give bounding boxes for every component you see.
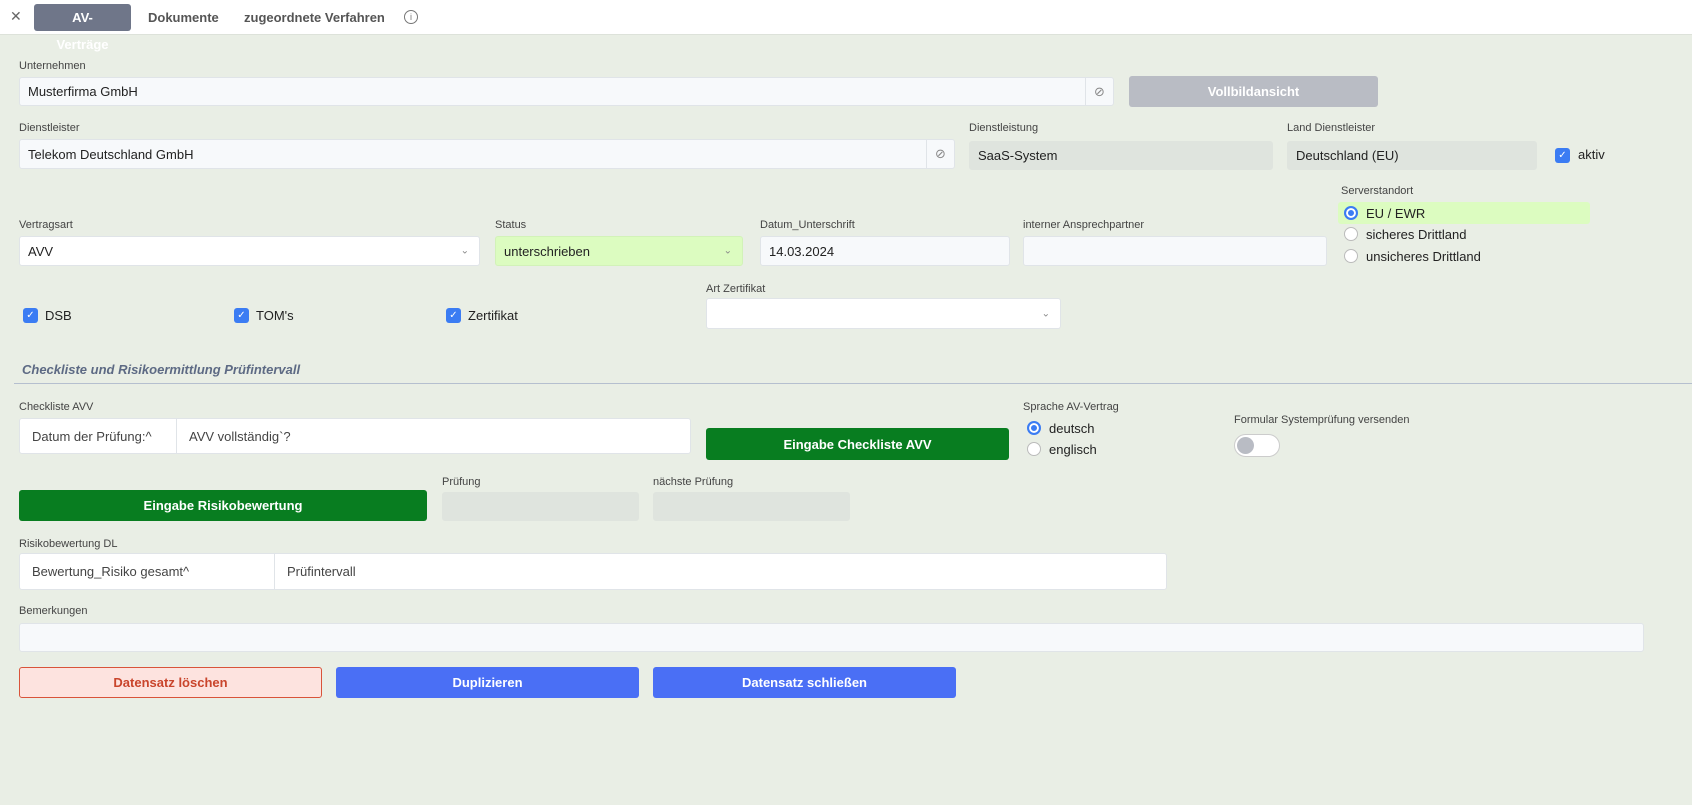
radio-deutsch[interactable] xyxy=(1027,421,1041,435)
section-title: Checkliste und Risikoermittlung Prüfinte… xyxy=(22,362,301,377)
zertifikat-checkbox[interactable]: ✓ xyxy=(446,308,461,323)
vertragsart-select[interactable]: AVV ⌄ xyxy=(19,236,480,266)
radio-unsicheres-drittland[interactable] xyxy=(1344,249,1358,263)
radio-englisch[interactable] xyxy=(1027,442,1041,456)
info-icon[interactable]: i xyxy=(404,10,418,24)
radio-label: deutsch xyxy=(1049,421,1095,436)
chevron-down-icon: ⌄ xyxy=(723,245,732,257)
chevron-down-icon: ⌄ xyxy=(1041,308,1050,319)
section-divider xyxy=(14,383,1692,384)
pruefung-field xyxy=(442,492,639,521)
ansprech-label: interner Ansprechpartner xyxy=(1023,219,1145,231)
sprache-label: Sprache AV-Vertrag xyxy=(1023,401,1119,413)
radio-label: EU / EWR xyxy=(1366,206,1426,221)
vertragsart-value: AVV xyxy=(28,243,54,259)
vollbildansicht-button[interactable]: Vollbildansicht xyxy=(1129,76,1378,107)
formular-toggle[interactable] xyxy=(1234,434,1280,457)
tab-dokumente[interactable]: Dokumente xyxy=(134,4,233,31)
vertragsart-label: Vertragsart xyxy=(19,219,73,231)
checkliste-label: Checkliste AVV xyxy=(19,401,94,413)
status-value: unterschrieben xyxy=(504,243,590,259)
art-zertifikat-label: Art Zertifikat xyxy=(706,283,766,295)
column-header-bewertung[interactable]: Bewertung_Risiko gesamt^ xyxy=(20,554,275,589)
column-header-pruefintervall[interactable]: Prüfintervall xyxy=(275,554,356,589)
status-select[interactable]: unterschrieben ⌄ xyxy=(495,236,743,266)
dsb-checkbox[interactable]: ✓ xyxy=(23,308,38,323)
status-label: Status xyxy=(495,219,527,231)
risikobewertung-table: Bewertung_Risiko gesamt^ Prüfintervall xyxy=(19,553,1167,590)
close-record-button[interactable]: Datensatz schließen xyxy=(653,667,956,698)
risikobewertung-label: Risikobewertung DL xyxy=(19,538,118,550)
dienstleister-label: Dienstleister xyxy=(19,122,80,134)
radio-label: sicheres Drittland xyxy=(1366,227,1467,242)
eingabe-risikobewertung-button[interactable]: Eingabe Risikobewertung xyxy=(19,490,427,521)
radio-sicheres-drittland[interactable] xyxy=(1344,227,1358,241)
naechste-pruefung-field xyxy=(653,492,850,521)
tab-av-vertraege[interactable]: AV-Verträge xyxy=(34,4,131,52)
radio-eu-ewr[interactable] xyxy=(1344,206,1358,220)
tab-zugeordnete-verfahren[interactable]: zugeordnete Verfahren xyxy=(230,4,399,31)
land-label: Land Dienstleister xyxy=(1287,122,1376,134)
bemerkungen-field[interactable] xyxy=(19,623,1644,652)
radio-label: unsicheres Drittland xyxy=(1366,249,1481,264)
unternehmen-label: Unternehmen xyxy=(19,60,86,72)
duplicate-button[interactable]: Duplizieren xyxy=(336,667,639,698)
toms-label: TOM's xyxy=(256,308,294,323)
serverstandort-label: Serverstandort xyxy=(1341,185,1414,197)
radio-label: englisch xyxy=(1049,442,1097,457)
ansprech-field[interactable] xyxy=(1023,236,1327,266)
datum-label: Datum_Unterschrift xyxy=(760,219,855,231)
dienstleistung-label: Dienstleistung xyxy=(969,122,1039,134)
eingabe-checkliste-button[interactable]: Eingabe Checkliste AVV xyxy=(706,428,1009,460)
dienstleister-value: Telekom Deutschland GmbH xyxy=(28,146,194,162)
unlink-icon[interactable]: ⊘ xyxy=(1085,78,1113,105)
naechste-pruefung-label: nächste Prüfung xyxy=(653,476,734,488)
formular-label: Formular Systemprüfung versenden xyxy=(1234,414,1410,426)
aktiv-label: aktiv xyxy=(1578,147,1605,162)
art-zertifikat-select[interactable]: ⌄ xyxy=(706,298,1061,329)
toggle-knob xyxy=(1237,437,1254,454)
land-field: Deutschland (EU) xyxy=(1287,141,1537,170)
dienstleistung-field: SaaS-System xyxy=(969,141,1273,170)
zertifikat-label: Zertifikat xyxy=(468,308,518,323)
unlink-icon[interactable]: ⊘ xyxy=(926,140,954,168)
unternehmen-value: Musterfirma GmbH xyxy=(28,84,138,99)
dsb-label: DSB xyxy=(45,308,72,323)
datum-field[interactable]: 14.03.2024 xyxy=(760,236,1010,266)
delete-button[interactable]: Datensatz löschen xyxy=(19,667,322,698)
unternehmen-field[interactable]: Musterfirma GmbH ⊘ xyxy=(19,77,1114,106)
pruefung-label: Prüfung xyxy=(442,476,481,488)
close-icon[interactable]: ✕ xyxy=(10,8,22,25)
tab-bar: ✕ AV-Verträge Dokumente zugeordnete Verf… xyxy=(0,0,1692,52)
checkliste-table: Datum der Prüfung:^ AVV vollständig`? xyxy=(19,418,691,454)
column-header-avv-vollstaendig[interactable]: AVV vollständig`? xyxy=(177,419,291,453)
bemerkungen-label: Bemerkungen xyxy=(19,605,88,617)
aktiv-checkbox[interactable]: ✓ xyxy=(1555,148,1570,163)
dienstleister-field[interactable]: Telekom Deutschland GmbH ⊘ xyxy=(19,139,955,169)
toms-checkbox[interactable]: ✓ xyxy=(234,308,249,323)
column-header-datum[interactable]: Datum der Prüfung:^ xyxy=(20,419,177,453)
chevron-down-icon: ⌄ xyxy=(460,245,469,257)
